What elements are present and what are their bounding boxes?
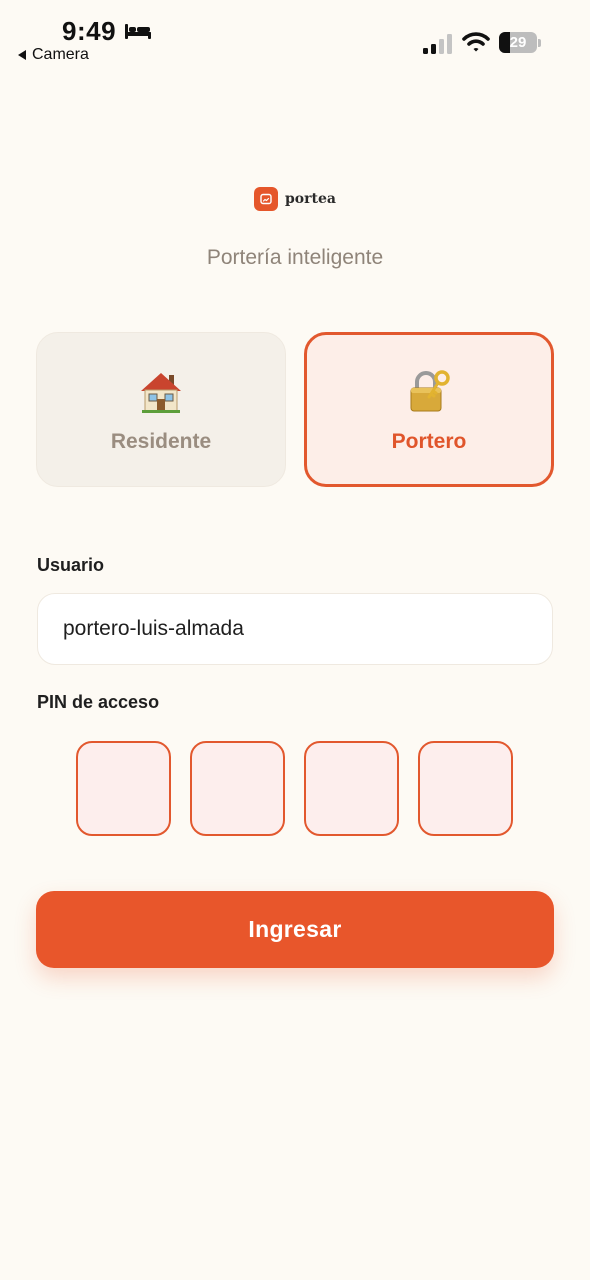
role-portero-label: Portero: [391, 430, 467, 453]
pin-digit-2[interactable]: [190, 741, 285, 836]
back-app-label: Camera: [32, 46, 89, 63]
role-residente-card[interactable]: Residente: [36, 332, 286, 487]
battery-level: 29: [509, 34, 527, 51]
usuario-input[interactable]: [37, 593, 553, 665]
bed-icon: [125, 24, 151, 39]
lock-key-icon: [410, 370, 450, 412]
status-time: 9:49: [62, 16, 117, 46]
ingresar-button[interactable]: Ingresar: [36, 891, 554, 968]
back-caret-icon: [18, 50, 26, 60]
pin-digit-1[interactable]: [76, 741, 171, 836]
battery-icon: 29: [499, 32, 537, 53]
pin-digit-4[interactable]: [418, 741, 513, 836]
status-bar: 9:49 Camera 29: [0, 0, 590, 70]
portea-logo-icon: [254, 187, 279, 211]
back-to-camera-link[interactable]: Camera: [18, 46, 89, 64]
brand-header: portea: [0, 187, 590, 211]
house-icon: [141, 373, 181, 413]
pin-digit-3[interactable]: [304, 741, 399, 836]
cellular-signal-icon: [423, 34, 452, 54]
tagline: Portería inteligente: [206, 246, 384, 269]
wifi-icon: [462, 32, 490, 52]
role-residente-label: Residente: [110, 430, 212, 453]
brand-name: portea: [285, 191, 336, 207]
usuario-label: Usuario: [37, 555, 105, 575]
pin-label: PIN de acceso: [37, 692, 160, 712]
battery-tip: [538, 39, 541, 47]
role-portero-card[interactable]: Portero: [304, 332, 554, 487]
